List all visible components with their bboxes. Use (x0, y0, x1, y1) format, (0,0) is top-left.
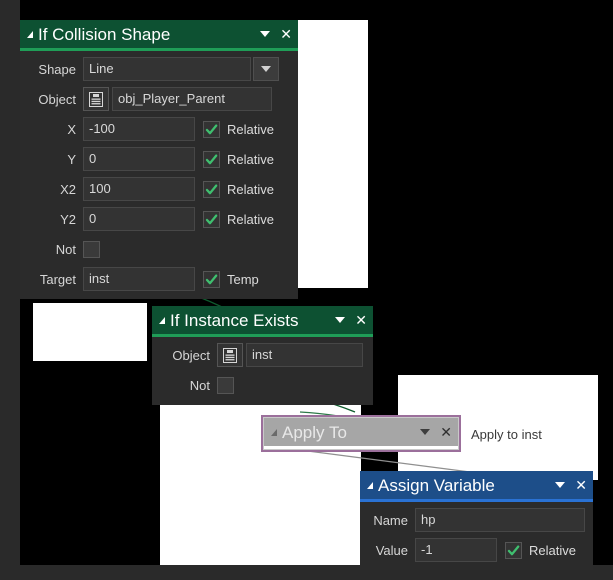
node-titlebar[interactable]: Assign Variable ✕ (360, 471, 593, 499)
apply-to-ghost-label: Apply to inst (471, 427, 542, 442)
object-picker-glyph (89, 92, 103, 107)
y-label: Y (24, 152, 83, 167)
check-icon (507, 544, 520, 557)
node-apply-to[interactable]: Apply To ✕ (261, 415, 461, 452)
x-label: X (24, 122, 83, 137)
chevron-down-icon[interactable] (335, 317, 345, 323)
row-name: Name hp (364, 508, 585, 532)
row-object: Object inst (156, 343, 365, 367)
node-titlebar[interactable]: If Collision Shape ✕ (20, 20, 298, 48)
check-icon (205, 153, 218, 166)
node-body: Object inst Not (152, 337, 373, 405)
x-input[interactable]: -100 (83, 117, 195, 141)
x-relative-group[interactable]: Relative (203, 121, 274, 138)
target-label: Target (24, 272, 83, 287)
check-icon (205, 273, 218, 286)
shape-input[interactable]: Line (83, 57, 251, 81)
x2-relative-label: Relative (227, 182, 274, 197)
name-input[interactable]: hp (415, 508, 585, 532)
row-target: Target inst Temp (24, 267, 290, 291)
y-input[interactable]: 0 (83, 147, 195, 171)
close-icon[interactable]: ✕ (440, 425, 452, 439)
object-picker-icon[interactable] (217, 343, 243, 367)
y2-input[interactable]: 0 (83, 207, 195, 231)
not-label: Not (24, 242, 83, 257)
node-assign-variable[interactable]: Assign Variable ✕ Name hp Value -1 (360, 471, 593, 570)
node-accent-underline (264, 446, 458, 449)
row-not: Not (156, 373, 365, 397)
node-body: Shape Line Object obj_Playe (20, 51, 298, 299)
shape-label: Shape (24, 62, 83, 77)
y2-relative-group[interactable]: Relative (203, 211, 274, 228)
collapse-triangle-icon[interactable] (367, 482, 373, 489)
node-titlebar[interactable]: If Instance Exists ✕ (152, 306, 373, 334)
chevron-down-icon[interactable] (260, 31, 270, 37)
x2-input[interactable]: 100 (83, 177, 195, 201)
chevron-down-icon (261, 66, 271, 72)
occluded-region (293, 20, 368, 288)
node-editor-canvas[interactable]: If Collision Shape ✕ Shape Line Object (0, 0, 613, 580)
workspace-left-gutter (0, 0, 20, 580)
x2-relative-checkbox[interactable] (203, 181, 220, 198)
chevron-down-icon[interactable] (420, 429, 430, 435)
row-x2: X2 100 Relative (24, 177, 290, 201)
row-not: Not (24, 237, 290, 261)
collapse-triangle-icon[interactable] (271, 429, 277, 436)
row-shape: Shape Line (24, 57, 290, 81)
target-input[interactable]: inst (83, 267, 195, 291)
row-y2: Y2 0 Relative (24, 207, 290, 231)
x2-relative-group[interactable]: Relative (203, 181, 274, 198)
not-checkbox[interactable] (83, 241, 100, 258)
target-temp-label: Temp (227, 272, 259, 287)
object-input[interactable]: obj_Player_Parent (112, 87, 272, 111)
y2-label: Y2 (24, 212, 83, 227)
value-relative-checkbox[interactable] (505, 542, 522, 559)
object-label: Object (24, 92, 83, 107)
close-icon[interactable]: ✕ (280, 27, 292, 41)
not-label: Not (156, 378, 217, 393)
row-object: Object obj_Player_Parent (24, 87, 290, 111)
row-x: X -100 Relative (24, 117, 290, 141)
close-icon[interactable]: ✕ (355, 313, 367, 327)
target-temp-checkbox[interactable] (203, 271, 220, 288)
node-title: If Collision Shape (38, 26, 260, 43)
node-body: Name hp Value -1 Relative (360, 502, 593, 570)
target-temp-group[interactable]: Temp (203, 271, 259, 288)
node-titlebar[interactable]: Apply To ✕ (264, 418, 458, 446)
node-title: Assign Variable (378, 477, 555, 494)
y-relative-group[interactable]: Relative (203, 151, 274, 168)
close-icon[interactable]: ✕ (575, 478, 587, 492)
check-icon (205, 123, 218, 136)
value-relative-label: Relative (529, 543, 576, 558)
object-picker-icon[interactable] (83, 87, 109, 111)
value-label: Value (364, 543, 415, 558)
row-value: Value -1 Relative (364, 538, 585, 562)
name-label: Name (364, 513, 415, 528)
value-input[interactable]: -1 (415, 538, 497, 562)
node-title: Apply To (282, 424, 420, 441)
y-relative-label: Relative (227, 152, 274, 167)
row-y: Y 0 Relative (24, 147, 290, 171)
collapse-triangle-icon[interactable] (27, 31, 33, 38)
not-checkbox[interactable] (217, 377, 234, 394)
shape-dropdown-button[interactable] (253, 57, 279, 81)
object-label: Object (156, 348, 217, 363)
x-relative-checkbox[interactable] (203, 121, 220, 138)
y2-relative-label: Relative (227, 212, 274, 227)
node-if-collision-shape[interactable]: If Collision Shape ✕ Shape Line Object (20, 20, 298, 299)
y-relative-checkbox[interactable] (203, 151, 220, 168)
occluded-region (33, 303, 147, 361)
object-input[interactable]: inst (246, 343, 363, 367)
check-icon (205, 183, 218, 196)
check-icon (205, 213, 218, 226)
collapse-triangle-icon[interactable] (159, 317, 165, 324)
value-relative-group[interactable]: Relative (505, 542, 576, 559)
node-title: If Instance Exists (170, 312, 335, 329)
chevron-down-icon[interactable] (555, 482, 565, 488)
x2-label: X2 (24, 182, 83, 197)
node-if-instance-exists[interactable]: If Instance Exists ✕ Object inst (152, 306, 373, 405)
x-relative-label: Relative (227, 122, 274, 137)
object-picker-glyph (223, 348, 237, 363)
y2-relative-checkbox[interactable] (203, 211, 220, 228)
